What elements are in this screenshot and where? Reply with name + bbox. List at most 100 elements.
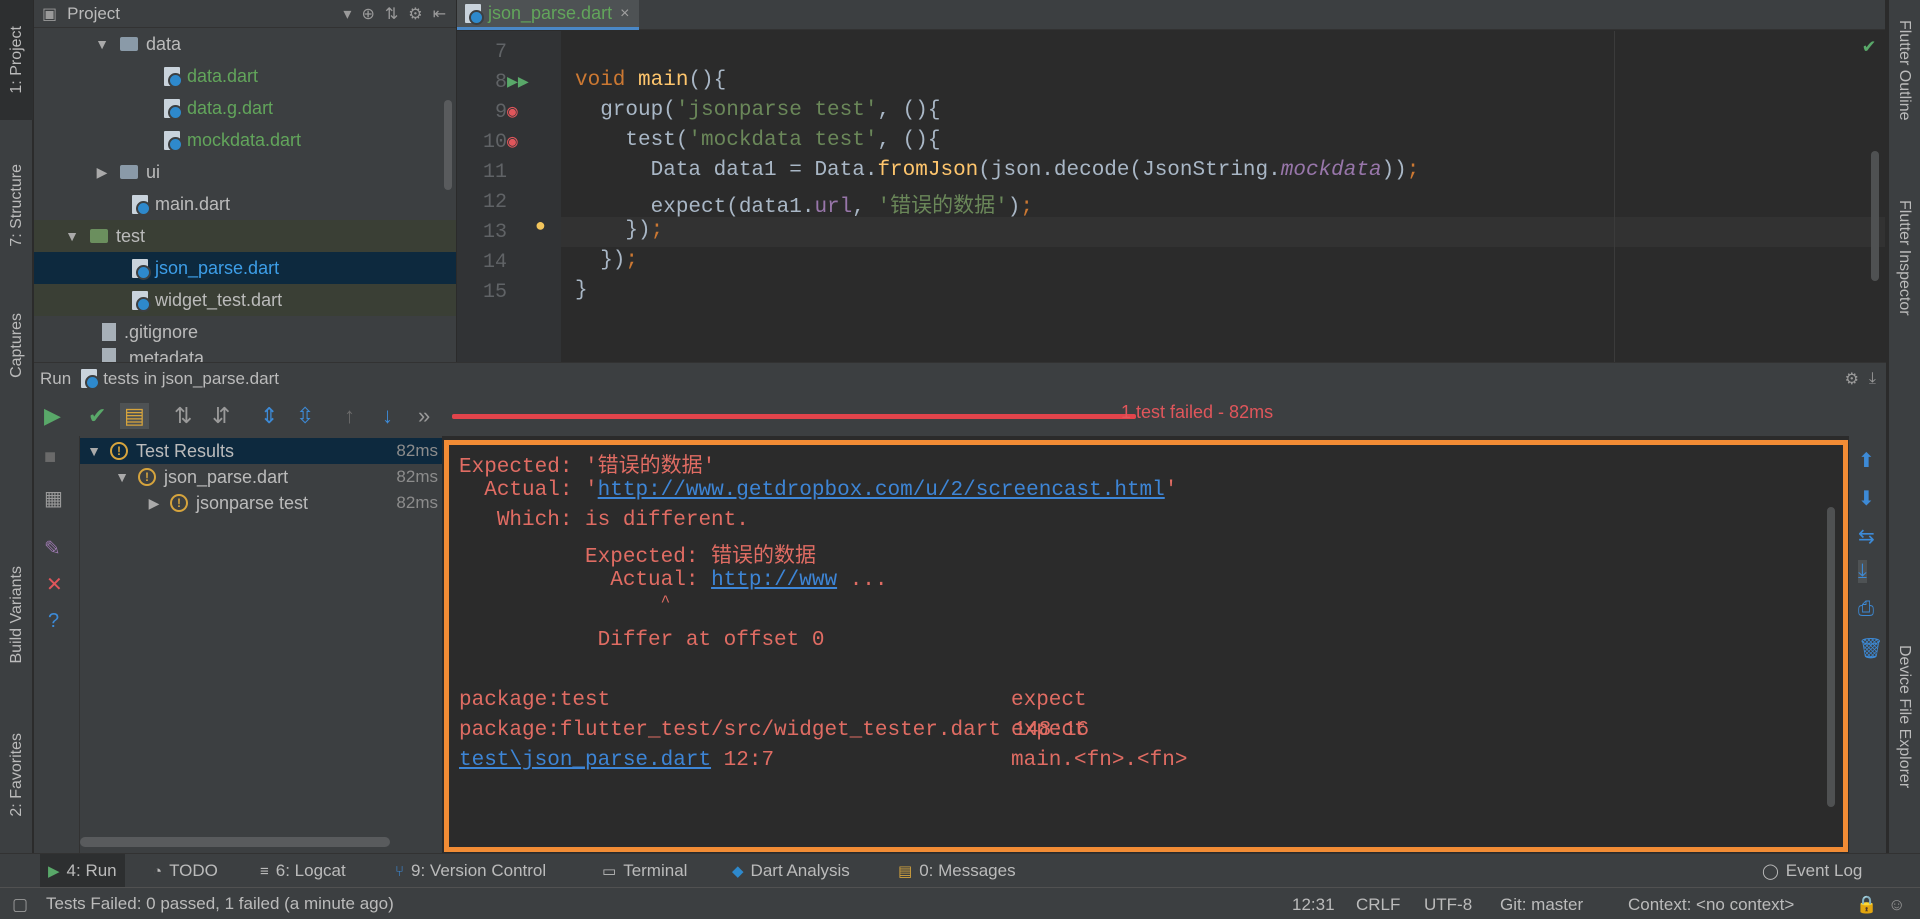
expand-all-icon[interactable]: ⇕ <box>260 403 278 429</box>
line-number: 11 <box>482 161 507 184</box>
print-icon[interactable]: ⎙ <box>1858 598 1874 621</box>
console-line: Expected: 错误的数据 <box>459 539 816 569</box>
run-side-toolbar: ■ ▦ ✎ ✕ ? <box>34 436 80 853</box>
scroll-to-end-icon[interactable]: ⤓ <box>1858 560 1867 583</box>
bottom-tab-logcat[interactable]: ≡ 6: Logcat <box>252 854 354 888</box>
expand-arrow-icon[interactable]: ▼ <box>114 469 130 485</box>
test-node-jsonparse-test[interactable]: ▶ ! jsonparse test 82ms <box>80 490 442 516</box>
inspector-icon[interactable]: ☺ <box>1888 895 1905 915</box>
project-panel-title[interactable]: Project <box>67 4 120 24</box>
collapse-all-icon[interactable]: ⇳ <box>296 403 314 429</box>
collapse-icon[interactable]: ⇅ <box>385 4 398 24</box>
tree-item-test[interactable]: ▼ test <box>34 220 456 252</box>
pin-icon[interactable]: ✎ <box>44 536 61 561</box>
stop-icon[interactable]: ■ <box>44 446 56 469</box>
run-panel-title: Run <box>40 368 72 388</box>
tool-tab-device-file-explorer[interactable]: Device File Explorer <box>1895 645 1913 788</box>
collapse-arrow-icon[interactable]: ▶ <box>146 495 162 512</box>
help-icon[interactable]: ? <box>48 610 59 633</box>
test-node-label: Test Results <box>136 440 235 461</box>
test-results-root[interactable]: ▼ ! Test Results 82ms <box>80 438 442 464</box>
trash-icon[interactable]: 🗑 <box>1858 636 1883 661</box>
gear-icon[interactable]: ⚙ <box>1845 369 1859 389</box>
run-all-icon[interactable]: ▶▶ <box>507 71 529 93</box>
lightbulb-icon[interactable]: ● <box>535 217 546 237</box>
bottom-tab-dart-analysis[interactable]: ◆ Dart Analysis <box>724 854 858 888</box>
status-message[interactable]: Tests Failed: 0 passed, 1 failed (a minu… <box>46 894 394 914</box>
git-branch[interactable]: Git: master <box>1500 895 1583 915</box>
project-scrollbar[interactable] <box>444 100 452 190</box>
tool-tab-structure[interactable]: 7: Structure <box>0 140 33 270</box>
stack-location: package:test <box>459 689 611 712</box>
test-failed-icon[interactable]: ◉ <box>507 101 518 123</box>
show-ignored-icon[interactable]: ▤ <box>120 403 149 429</box>
bottom-tab-event-log[interactable]: ◯ Event Log <box>1754 854 1870 888</box>
sort-duration-icon[interactable]: ⇵ <box>212 403 230 429</box>
gear-icon[interactable]: ⚙ <box>408 4 422 24</box>
actual-label: Actual: <box>484 479 586 502</box>
code-editor[interactable]: 7 8 9 10 11 12 13 14 15 ▶▶ ◉ ◉ ● void ma… <box>457 31 1885 362</box>
expand-arrow-icon[interactable]: ▼ <box>94 36 110 52</box>
editor-tab-json-parse[interactable]: json_parse.dart × <box>457 0 640 30</box>
tool-tab-build-variants[interactable]: Build Variants <box>0 540 33 690</box>
line-number: 14 <box>482 251 507 274</box>
tree-horizontal-scrollbar[interactable] <box>80 837 390 847</box>
line-separator[interactable]: CRLF <box>1356 895 1400 915</box>
context-indicator[interactable]: Context: <no context> <box>1628 895 1794 915</box>
tree-item-mockdata-dart[interactable]: mockdata.dart <box>34 124 456 156</box>
tool-tab-favorites[interactable]: 2: Favorites <box>0 715 33 835</box>
tree-item-data-dart[interactable]: data.dart <box>34 60 456 92</box>
previous-failed-icon[interactable]: ↑ <box>344 403 355 429</box>
layout-icon[interactable]: ▦ <box>44 486 63 511</box>
tree-item-data-g-dart[interactable]: data.g.dart <box>34 92 456 124</box>
expand-arrow-icon[interactable]: ▼ <box>86 443 102 459</box>
bottom-tab-messages[interactable]: ▤ 0: Messages <box>890 854 1024 888</box>
dropdown-icon[interactable]: ▾ <box>343 4 351 24</box>
tree-item-gitignore[interactable]: .gitignore <box>34 316 456 348</box>
close-icon[interactable]: × <box>620 5 629 23</box>
tool-tab-captures[interactable]: Captures <box>0 290 33 400</box>
test-failed-icon[interactable]: ◉ <box>507 131 518 153</box>
tool-tab-flutter-outline[interactable]: Flutter Outline <box>1895 20 1913 120</box>
stack-file-link[interactable]: test\json_parse.dart <box>459 749 711 772</box>
tree-item-data[interactable]: ▼ data <box>34 28 456 60</box>
locate-icon[interactable]: ⊕ <box>361 4 374 24</box>
lock-icon[interactable]: 🔒 <box>1856 895 1877 915</box>
tree-item-json-parse-dart[interactable]: json_parse.dart <box>34 252 456 284</box>
rerun-icon[interactable]: ▶ <box>44 403 61 429</box>
test-node-json-parse[interactable]: ▼ ! json_parse.dart 82ms <box>80 464 442 490</box>
more-icon[interactable]: » <box>418 403 430 429</box>
tool-tab-flutter-inspector[interactable]: Flutter Inspector <box>1895 200 1913 316</box>
run-panel-header: Run tests in json_parse.dart ⚙ ⤓ <box>34 362 1886 394</box>
tree-item-main-dart[interactable]: main.dart <box>34 188 456 220</box>
bottom-tab-version-control[interactable]: ⑂ 9: Version Control <box>387 854 554 888</box>
console-scrollbar[interactable] <box>1827 507 1835 807</box>
editor-scrollbar[interactable] <box>1871 151 1879 281</box>
bottom-tab-run[interactable]: ▶ 4: Run <box>40 854 125 888</box>
caret-position[interactable]: 12:31 <box>1292 895 1335 915</box>
scroll-up-icon[interactable]: ⬆ <box>1858 448 1875 473</box>
actual-url-link[interactable]: http://www.getdropbox.com/u/2/screencast… <box>598 479 1165 502</box>
show-passed-icon[interactable]: ✔ <box>88 403 106 429</box>
run-config-tab[interactable]: tests in json_parse.dart <box>103 369 279 389</box>
close-run-icon[interactable]: ✕ <box>46 572 63 597</box>
test-output-console[interactable]: Expected: '错误的数据' Actual: 'http://www.ge… <box>444 440 1848 852</box>
file-encoding[interactable]: UTF-8 <box>1424 895 1472 915</box>
tool-tab-captures-label: Captures <box>7 312 25 378</box>
sort-alpha-icon[interactable]: ⇅ <box>174 403 192 429</box>
hide-icon[interactable]: ⇤ <box>433 4 446 24</box>
expand-arrow-icon[interactable]: ▼ <box>64 228 80 244</box>
toggle-tool-windows-icon[interactable]: ▢ <box>12 895 28 915</box>
tree-item-widget-test-dart[interactable]: widget_test.dart <box>34 284 456 316</box>
next-failed-icon[interactable]: ↓ <box>382 403 393 429</box>
inner-actual-link[interactable]: http://www <box>711 569 837 592</box>
soft-wrap-icon[interactable]: ⇆ <box>1858 524 1875 549</box>
tool-tab-project[interactable]: 1: Project <box>0 0 33 120</box>
bottom-tab-terminal[interactable]: ▭ Terminal <box>594 854 695 888</box>
bottom-tab-todo[interactable]: ◔ TODO <box>145 854 226 888</box>
tree-item-metadata[interactable]: .metadata <box>34 348 456 362</box>
collapse-arrow-icon[interactable]: ▶ <box>94 164 110 181</box>
hide-panel-icon[interactable]: ⤓ <box>1869 370 1876 388</box>
scroll-down-icon[interactable]: ⬇ <box>1858 486 1875 511</box>
tree-item-ui[interactable]: ▶ ui <box>34 156 456 188</box>
